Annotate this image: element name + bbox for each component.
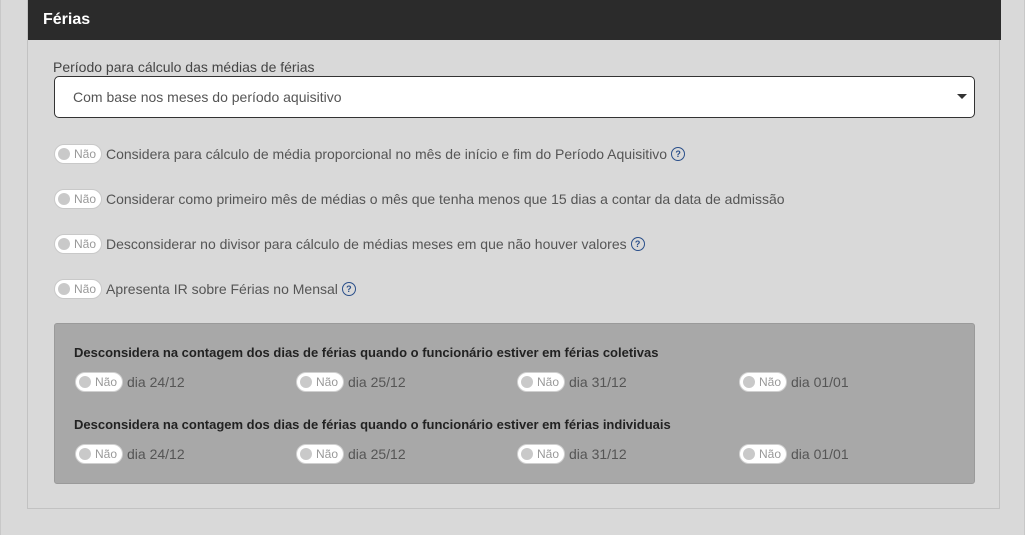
toggle-state-label: Não: [74, 237, 97, 251]
toggle-individuais-3112[interactable]: Não: [517, 444, 565, 464]
caret-down-icon: [957, 94, 967, 99]
toggle-knob: [79, 448, 91, 460]
toggle-knob: [79, 376, 91, 388]
group-title-individuais: Desconsidera na contagem dos dias de fér…: [74, 417, 671, 432]
toggle-knob: [521, 448, 533, 460]
period-select[interactable]: Com base nos meses do período aquisitivo: [54, 76, 975, 118]
day-item-individuais-3112: Não dia 31/12: [517, 444, 627, 464]
toggle-proportional-average[interactable]: Não: [54, 144, 102, 164]
period-label: Período para cálculo das médias de féria…: [53, 59, 315, 75]
vacation-days-box: Desconsidera na contagem dos dias de fér…: [54, 323, 975, 484]
day-item-coletivas-3112: Não dia 31/12: [517, 372, 627, 392]
toggle-knob: [300, 376, 312, 388]
option-label: Apresenta IR sobre Férias no Mensal: [106, 281, 338, 297]
toggle-knob: [521, 376, 533, 388]
toggle-knob: [58, 283, 70, 295]
help-icon[interactable]: ?: [341, 282, 356, 296]
day-label: dia 01/01: [791, 446, 849, 462]
ferias-panel: Férias Período para cálculo das médias d…: [27, 0, 1001, 509]
toggle-knob: [58, 193, 70, 205]
day-label: dia 31/12: [569, 446, 627, 462]
day-item-individuais-0101: Não dia 01/01: [739, 444, 849, 464]
help-icon[interactable]: ?: [671, 147, 686, 161]
toggle-coletivas-2512[interactable]: Não: [296, 372, 344, 392]
toggle-coletivas-2412[interactable]: Não: [75, 372, 123, 392]
day-label: dia 25/12: [348, 374, 406, 390]
toggle-individuais-0101[interactable]: Não: [739, 444, 787, 464]
toggle-first-month[interactable]: Não: [54, 189, 102, 209]
toggle-knob: [300, 448, 312, 460]
option-label: Considerar como primeiro mês de médias o…: [106, 191, 785, 207]
toggle-state-label: Não: [759, 447, 782, 461]
day-label: dia 31/12: [569, 374, 627, 390]
day-label: dia 24/12: [127, 374, 185, 390]
day-item-coletivas-2512: Não dia 25/12: [296, 372, 406, 392]
toggle-state-label: Não: [537, 375, 560, 389]
toggle-state-label: Não: [74, 192, 97, 206]
toggle-state-label: Não: [316, 447, 339, 461]
toggle-state-label: Não: [537, 447, 560, 461]
day-label: dia 25/12: [348, 446, 406, 462]
option-row-proportional-average: Não Considera para cálculo de média prop…: [54, 143, 686, 165]
toggle-ir-mensal[interactable]: Não: [54, 279, 102, 299]
toggle-coletivas-3112[interactable]: Não: [517, 372, 565, 392]
toggle-state-label: Não: [95, 447, 118, 461]
toggle-state-label: Não: [95, 375, 118, 389]
toggle-coletivas-0101[interactable]: Não: [739, 372, 787, 392]
toggle-state-label: Não: [74, 147, 97, 161]
group-title-coletivas: Desconsidera na contagem dos dias de fér…: [74, 345, 659, 360]
toggle-knob: [58, 238, 70, 250]
toggle-divisor[interactable]: Não: [54, 234, 102, 254]
period-select-value: Com base nos meses do período aquisitivo: [73, 89, 342, 105]
option-label: Considera para cálculo de média proporci…: [106, 146, 668, 162]
toggle-state-label: Não: [316, 375, 339, 389]
option-row-first-month: Não Considerar como primeiro mês de médi…: [54, 188, 785, 210]
option-row-divisor: Não Desconsiderar no divisor para cálcul…: [54, 233, 645, 255]
option-row-ir-mensal: Não Apresenta IR sobre Férias no Mensal …: [54, 278, 356, 300]
panel-title: Férias: [28, 0, 1001, 40]
day-label: dia 01/01: [791, 374, 849, 390]
day-label: dia 24/12: [127, 446, 185, 462]
day-item-individuais-2412: Não dia 24/12: [75, 444, 185, 464]
day-item-coletivas-0101: Não dia 01/01: [739, 372, 849, 392]
day-item-individuais-2512: Não dia 25/12: [296, 444, 406, 464]
toggle-knob: [743, 376, 755, 388]
toggle-knob: [58, 148, 70, 160]
toggle-individuais-2512[interactable]: Não: [296, 444, 344, 464]
day-item-coletivas-2412: Não dia 24/12: [75, 372, 185, 392]
toggle-state-label: Não: [74, 282, 97, 296]
help-icon[interactable]: ?: [630, 237, 645, 251]
option-label: Desconsiderar no divisor para cálculo de…: [106, 236, 627, 252]
toggle-state-label: Não: [759, 375, 782, 389]
page-background: Férias Período para cálculo das médias d…: [0, 0, 1025, 535]
toggle-knob: [743, 448, 755, 460]
toggle-individuais-2412[interactable]: Não: [75, 444, 123, 464]
